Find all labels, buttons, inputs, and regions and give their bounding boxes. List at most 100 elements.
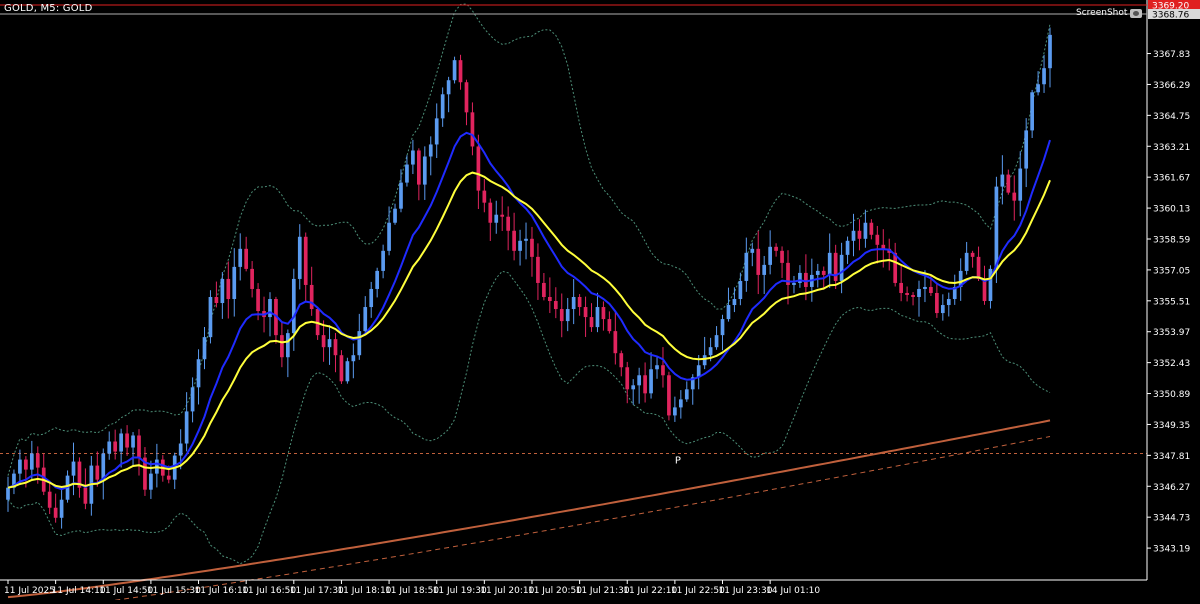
candle-body: [35, 453, 40, 468]
candle[interactable]: [452, 56, 457, 84]
candle-body: [327, 339, 332, 348]
screenshot-watermark[interactable]: ScreenShot: [1076, 8, 1143, 18]
candle-body: [446, 80, 451, 95]
candle-body: [631, 385, 636, 390]
candle-body: [732, 299, 737, 306]
candle-body: [256, 288, 260, 312]
candle-body: [428, 144, 433, 157]
candle-body: [542, 282, 546, 297]
price-chart[interactable]: P 3367.83 3366.29 3364.75 3363.21 3361.67 336…: [0, 0, 1200, 604]
candle-body: [268, 299, 272, 318]
candle-body: [940, 305, 945, 314]
pivot-label: P: [675, 456, 681, 467]
candle-body: [524, 238, 528, 241]
candle-body: [125, 433, 129, 448]
candle-body: [929, 286, 933, 293]
candle-body: [946, 299, 951, 306]
candle-body: [625, 367, 630, 390]
candle-body: [845, 240, 850, 255]
candle-body: [220, 278, 225, 304]
candle-body: [363, 307, 368, 332]
time-tick-label: 11 Jul 16:50: [242, 586, 296, 596]
price-tick-label: 3349.35: [1153, 421, 1190, 431]
candle-body: [833, 252, 838, 281]
candle-body: [399, 182, 403, 209]
candle-body: [297, 236, 302, 279]
candle-body: [190, 387, 195, 412]
candle-body: [416, 150, 421, 185]
candle-body: [673, 407, 677, 416]
candle-body: [1030, 92, 1034, 131]
candle-body: [744, 252, 749, 281]
candle-body: [726, 305, 731, 320]
price-tick-label: 3344.73: [1153, 514, 1190, 524]
candle-body: [970, 252, 975, 257]
candle-body: [238, 248, 243, 267]
candle-body: [357, 331, 362, 356]
candle-body: [422, 156, 427, 185]
candle-body: [196, 359, 201, 388]
candle-body: [512, 230, 516, 251]
candle[interactable]: [667, 371, 671, 421]
candle-body: [393, 208, 397, 223]
candle-body: [875, 234, 880, 245]
candle-body: [166, 475, 171, 480]
time-tick-label: 11 Jul 20:10: [480, 586, 534, 596]
candle-body: [661, 365, 665, 376]
candle-body: [470, 112, 475, 147]
price-tick-label: 3364.75: [1153, 112, 1190, 122]
candle-body: [303, 236, 308, 285]
candle-body: [101, 453, 106, 480]
candle-body: [488, 202, 493, 223]
candle-body: [107, 441, 112, 454]
candle-body: [226, 278, 231, 300]
candle-body: [452, 60, 457, 81]
candle-body: [923, 286, 927, 289]
candle-body: [756, 248, 761, 275]
candle-body: [714, 335, 719, 348]
candle-body: [708, 347, 713, 356]
price-tick-label: 3360.13: [1153, 205, 1190, 215]
candle-body: [1006, 174, 1011, 193]
candle-body: [982, 278, 987, 302]
candle-body: [869, 222, 874, 235]
time-tick-label: 14 Jul 01:10: [766, 586, 820, 596]
candle[interactable]: [208, 290, 213, 344]
candle-body: [851, 230, 856, 241]
chart-canvas[interactable]: P 3367.83 3366.29 3364.75 3363.21 3361.67 336…: [0, 0, 1200, 604]
candle-body: [369, 288, 374, 308]
candle-body: [1048, 34, 1052, 69]
candle-body: [137, 435, 141, 458]
candle[interactable]: [339, 350, 344, 384]
candle-body: [202, 337, 207, 360]
candle-body: [827, 252, 832, 275]
candle-body: [250, 268, 254, 289]
candle-body: [131, 435, 135, 448]
candle-body: [351, 355, 356, 362]
candle-body: [655, 365, 659, 370]
candle-body: [119, 433, 123, 452]
time-tick-label: 11 Jul 22:10: [623, 586, 677, 596]
candle-body: [643, 375, 647, 394]
time-tick-label: 11 Jul 18:10: [337, 586, 391, 596]
candle-body: [536, 256, 540, 283]
candle-body: [607, 319, 612, 332]
candle-body: [917, 288, 921, 297]
candle-body: [678, 399, 683, 408]
bid-price-label: 3368.76: [1152, 11, 1189, 21]
candle-body: [113, 441, 118, 452]
candle-body: [24, 459, 28, 470]
price-tick-label: 3353.97: [1153, 328, 1190, 338]
candle-body: [899, 282, 903, 293]
screenshot-label: ScreenShot: [1076, 8, 1128, 18]
candle-body: [458, 60, 463, 83]
time-tick-label: 11 Jul 19:30: [433, 586, 487, 596]
time-tick-label: 11 Jul 21:30: [576, 586, 630, 596]
candle-body: [804, 272, 808, 287]
candle-body: [935, 292, 939, 314]
candle-body: [149, 473, 153, 490]
candle-body: [518, 240, 522, 251]
candle-body: [863, 222, 868, 239]
candle-body: [571, 297, 576, 310]
candle[interactable]: [345, 357, 350, 384]
